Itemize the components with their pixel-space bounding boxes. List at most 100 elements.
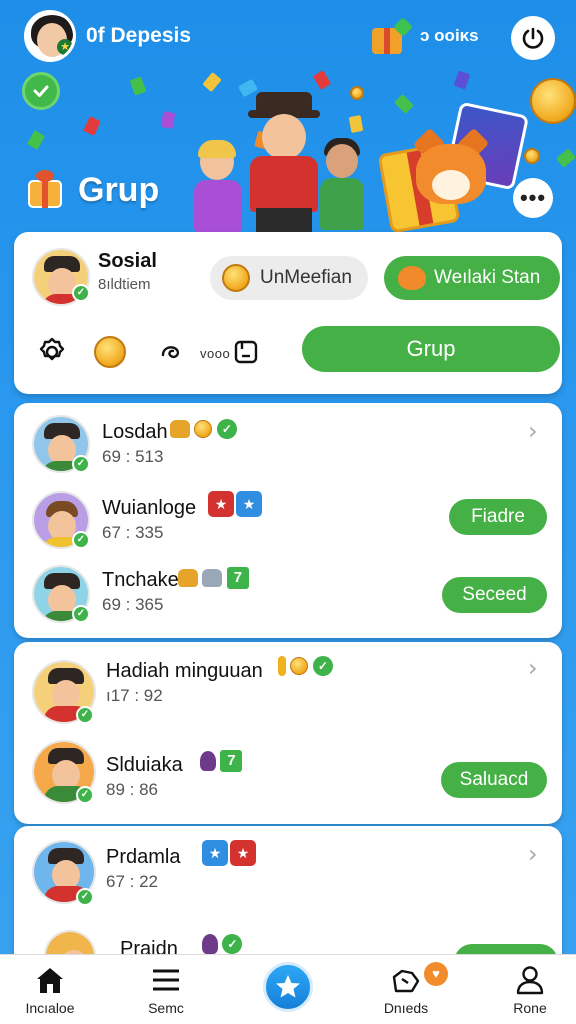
save-icon xyxy=(234,340,258,364)
more-dots-icon: ••• xyxy=(519,185,547,210)
save-button[interactable] xyxy=(228,334,264,370)
item-badges: ★ ★ xyxy=(206,491,262,517)
star-dice-icon: ★ xyxy=(230,840,256,866)
item-name: Wuianloge xyxy=(102,497,197,519)
item-score: 67 : 335 xyxy=(102,523,164,542)
item-badges: ★ ★ xyxy=(200,840,256,866)
gift-icon xyxy=(26,170,66,210)
menu-icon xyxy=(153,969,179,991)
coin-decoration-icon xyxy=(524,148,540,164)
user-icon xyxy=(516,966,544,995)
nav-label: Semc xyxy=(148,1000,184,1016)
seven-badge-icon: 7 xyxy=(220,750,243,772)
heart-icon: ♥ xyxy=(424,962,448,986)
list-item[interactable]: ✓ Slduiaka 7 89 : 86 Saluacd xyxy=(14,734,562,822)
verified-icon: ✓ xyxy=(76,786,94,804)
gift-box-icon[interactable] xyxy=(370,17,413,54)
item-badges: 7 xyxy=(200,750,243,772)
saluacd-button[interactable]: Saluacd xyxy=(441,762,547,798)
character-illustration-right xyxy=(318,138,366,232)
check-badge-button[interactable] xyxy=(22,72,60,110)
nav-label: Rone xyxy=(513,1000,547,1016)
list-item[interactable]: ✓ Losdah ✓ 69 : 513 › xyxy=(14,403,562,481)
nav-profile[interactable]: Rone xyxy=(480,955,576,1024)
banner-title: Grup xyxy=(78,170,160,209)
verified-icon: ✓ xyxy=(72,455,90,473)
chevron-right-icon[interactable]: › xyxy=(528,417,538,445)
seven-badge-icon: 7 xyxy=(226,567,249,589)
coins-counter: ↄ ooiᴋs xyxy=(420,26,479,45)
nav-home[interactable]: Incıaloe xyxy=(0,955,100,1024)
verified-icon: ✓ xyxy=(76,706,94,724)
seceed-button[interactable]: Seceed xyxy=(442,577,547,613)
fiadre-button[interactable]: Fiadre xyxy=(449,499,547,535)
check-icon: ✓ xyxy=(222,934,243,954)
coin-icon xyxy=(94,336,126,368)
item-name: Slduiaka xyxy=(106,754,183,776)
more-options-button[interactable]: ••• xyxy=(513,178,553,218)
coin-edge-icon xyxy=(278,656,286,676)
tool-label: vooo xyxy=(200,346,231,361)
verified-icon: ✓ xyxy=(72,605,90,623)
list-item[interactable]: ✓ Hadiah minguuan ✓ ı17 : 92 › xyxy=(14,642,562,732)
chevron-right-icon[interactable]: › xyxy=(528,840,538,868)
list-item[interactable]: ✓ Wuianloge ★ ★ 67 : 335 Fiadre xyxy=(14,483,562,557)
chevron-right-icon[interactable]: › xyxy=(528,654,538,682)
item-name: Prdamla xyxy=(106,846,181,868)
list-card: ✓ Prdamla ★ ★ 67 : 22 › Praidn ✓ xyxy=(14,826,562,962)
banner-heading: Grup xyxy=(26,170,159,210)
character-illustration-left xyxy=(190,140,246,234)
item-badges: ✓ xyxy=(278,656,333,676)
home-icon xyxy=(37,968,63,993)
check-icon: ✓ xyxy=(312,656,333,676)
item-score: 69 : 365 xyxy=(102,595,164,614)
item-badges: ✓ xyxy=(170,419,237,439)
profile-card: ✓ Sosial 8ıldtiem UnMeefian Weılaki Stan… xyxy=(14,232,562,394)
item-badges: ✓ xyxy=(202,934,243,954)
user-avatar[interactable]: ★ xyxy=(24,10,76,62)
coin-bag-icon xyxy=(178,569,198,587)
top-bar: ★ 0f Depesis ↄ ooiᴋs xyxy=(0,0,576,80)
map-pin-icon xyxy=(392,969,420,993)
coin-decoration-icon xyxy=(530,78,576,124)
coin-icon xyxy=(222,264,250,292)
person-icon xyxy=(202,934,218,954)
profile-subtitle: 8ıldtiem xyxy=(98,276,151,293)
coin-bag-icon xyxy=(170,420,190,438)
star-badge-icon: ★ xyxy=(57,39,73,55)
list-item[interactable]: ✓ Prdamla ★ ★ 67 : 22 › xyxy=(14,826,562,922)
power-icon xyxy=(522,27,544,49)
coin-decoration-icon xyxy=(350,86,364,100)
coin-button[interactable] xyxy=(92,334,128,370)
app-title: 0f Depesis xyxy=(86,24,192,47)
character-illustration-center xyxy=(244,92,324,232)
fox-icon xyxy=(398,266,426,290)
coin-icon xyxy=(194,420,213,438)
power-button[interactable] xyxy=(511,16,555,60)
item-score: 89 : 86 xyxy=(106,780,158,799)
pill-green-label: Weılaki Stan xyxy=(434,267,541,288)
nav-label: Incıaloe xyxy=(25,1000,75,1016)
nav-center-star-button[interactable] xyxy=(263,962,313,1012)
star-dice-icon: ★ xyxy=(208,491,234,517)
verified-icon: ✓ xyxy=(72,531,90,549)
swirl-button[interactable] xyxy=(154,334,190,370)
check-icon: ✓ xyxy=(216,419,237,439)
money-bag-icon xyxy=(202,569,223,587)
list-item[interactable]: ✓ Tnchake 7 69 : 365 Seceed xyxy=(14,559,562,635)
person-icon xyxy=(200,751,216,771)
verified-icon: ✓ xyxy=(76,888,94,906)
star-icon xyxy=(276,975,300,998)
item-name: Tnchake xyxy=(102,569,179,591)
unmeefian-button[interactable]: UnMeefian xyxy=(210,256,368,300)
fox-mascot-illustration xyxy=(410,127,494,218)
nav-search[interactable]: Semc xyxy=(116,955,216,1024)
nav-label: Dnıeds xyxy=(383,1000,429,1016)
settings-button[interactable] xyxy=(34,334,70,370)
grup-button[interactable]: Grup xyxy=(302,326,560,372)
item-score: 67 : 22 xyxy=(106,872,158,891)
list-card: ✓ Losdah ✓ 69 : 513 › ✓ Wuianloge ★ ★ 67 … xyxy=(14,403,562,638)
item-score: 69 : 513 xyxy=(102,447,164,466)
profile-name: Sosial xyxy=(98,250,157,272)
welaki-stan-button[interactable]: Weılaki Stan xyxy=(384,256,560,300)
